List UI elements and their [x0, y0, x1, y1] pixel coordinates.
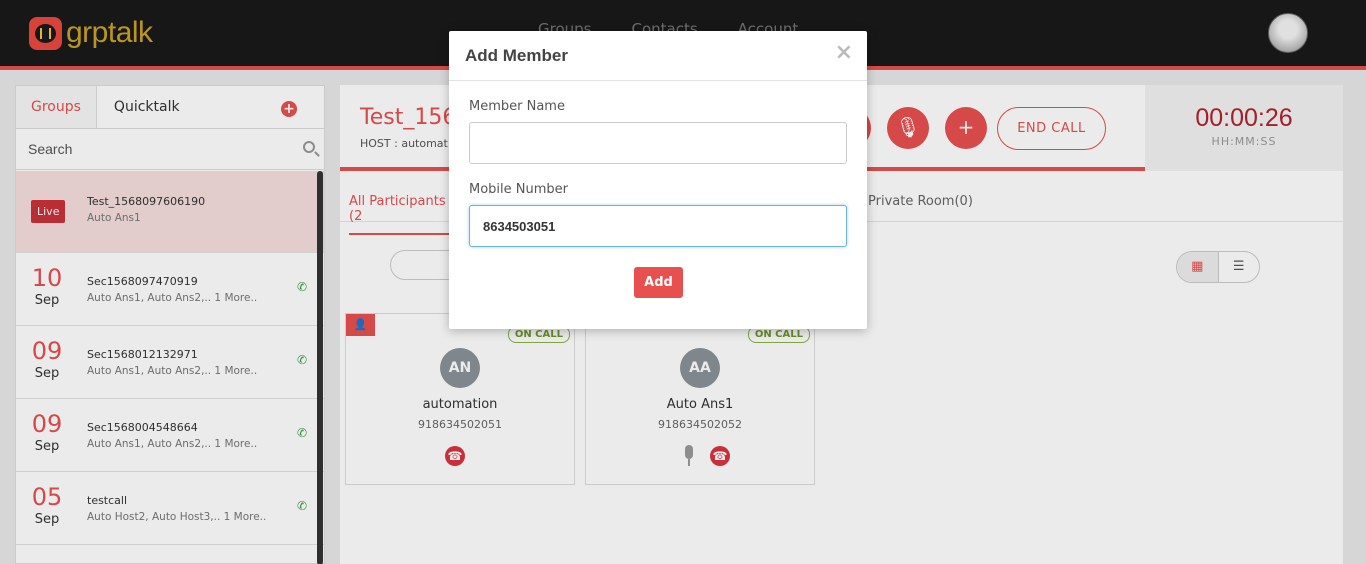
mobile-number-field[interactable]: [469, 205, 847, 247]
mobile-number-label: Mobile Number: [469, 182, 568, 197]
add-button[interactable]: Add: [634, 267, 683, 298]
member-name-field[interactable]: [469, 122, 847, 164]
add-member-dialog: Add Member × Member Name Mobile Number A…: [449, 31, 867, 329]
member-name-label: Member Name: [469, 99, 565, 114]
close-icon[interactable]: ×: [835, 40, 853, 65]
dialog-header: Add Member ×: [449, 31, 867, 81]
dialog-title: Add Member: [465, 46, 568, 65]
